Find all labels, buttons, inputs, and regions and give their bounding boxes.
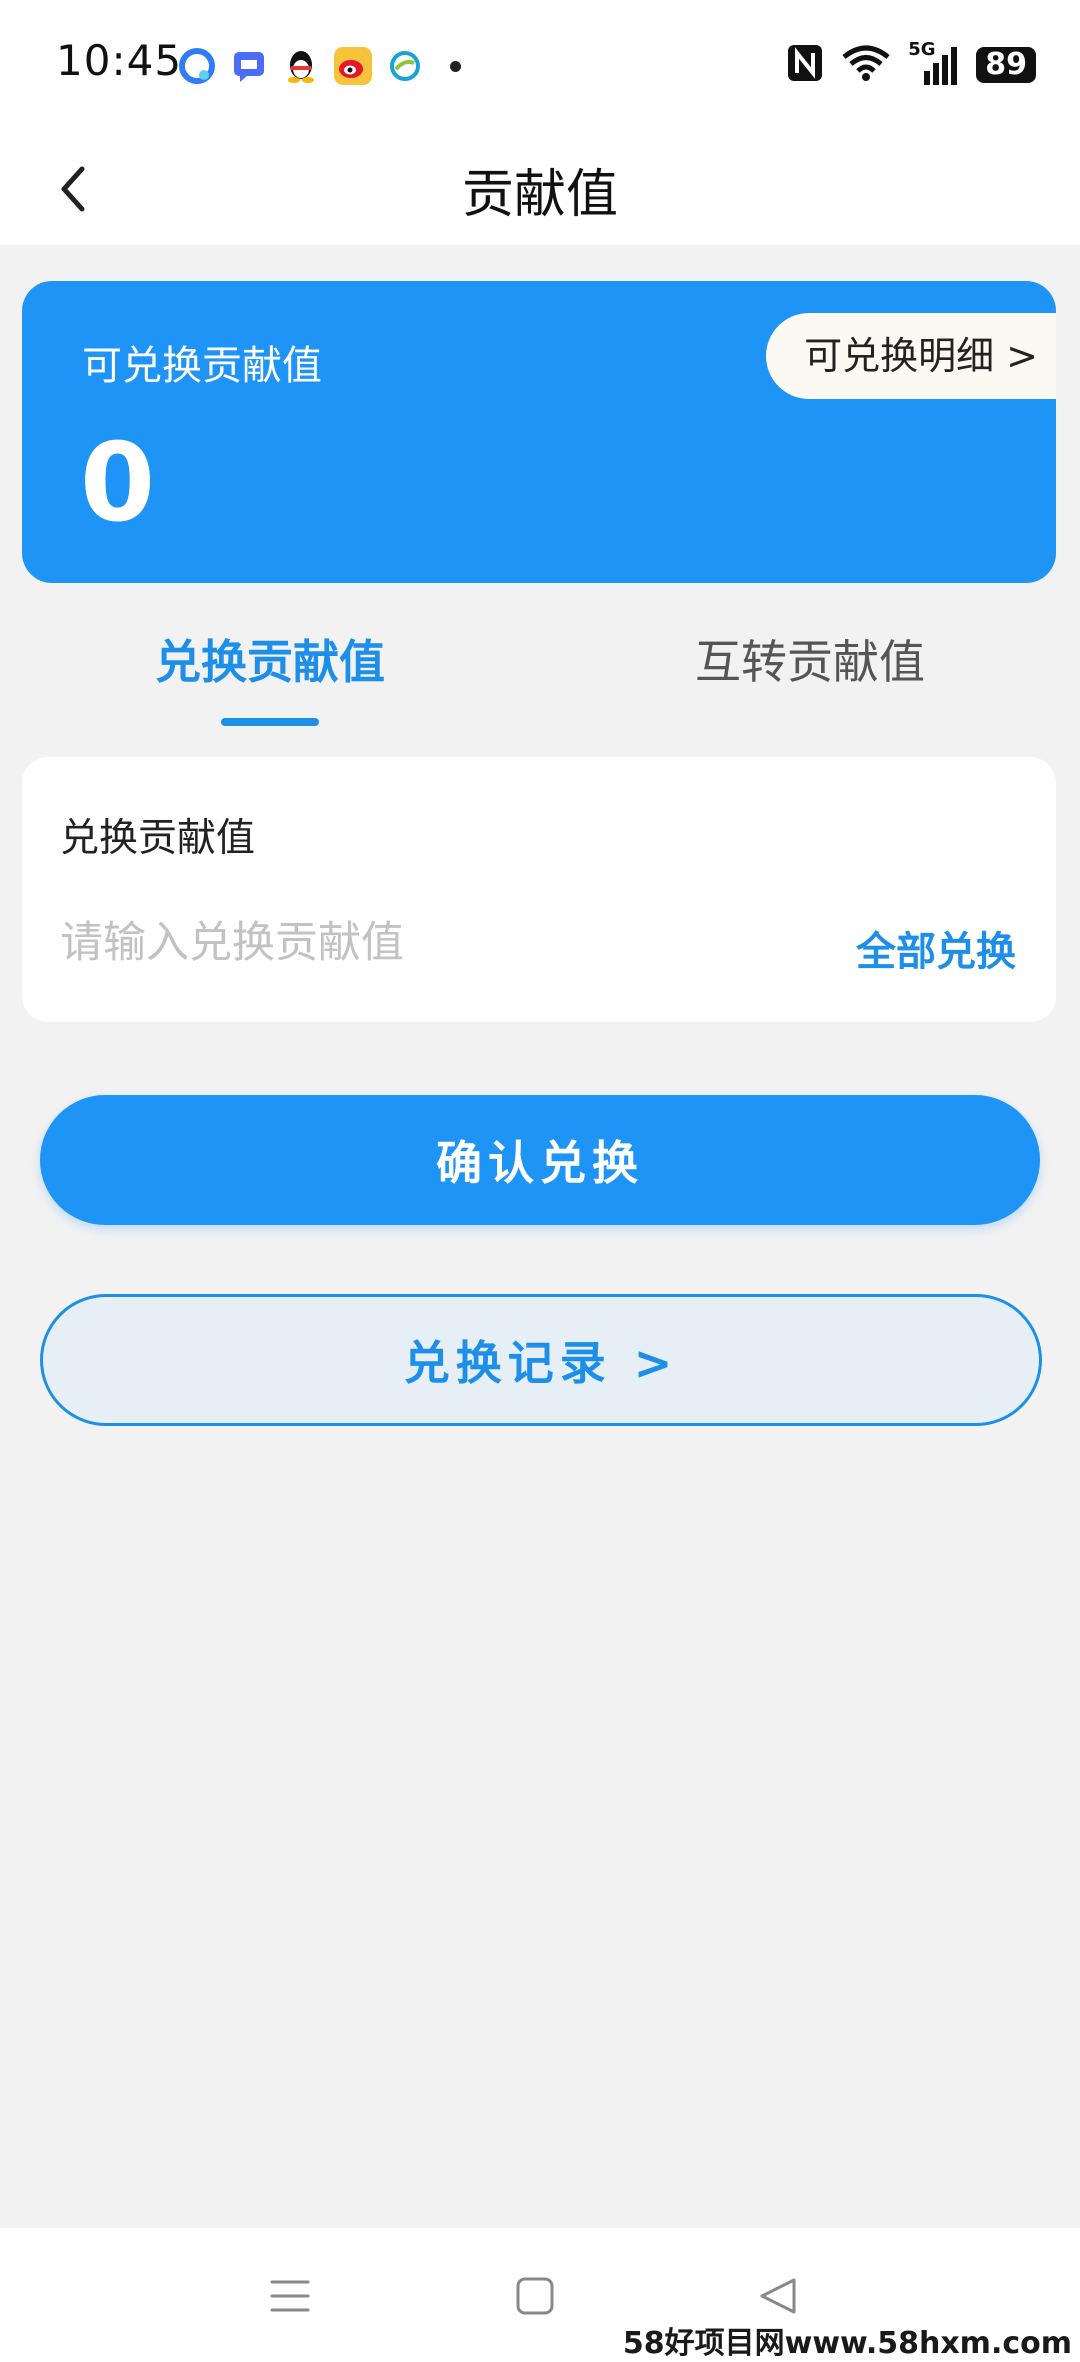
exchange-amount-label: 兑换贡献值 [60,816,256,861]
nav-back-button[interactable] [748,2266,808,2326]
system-navigation-bar: 58好项目网www.58hxm.com [0,2228,1080,2362]
system-icons: 5G 89 [786,39,1036,88]
exchange-records-button[interactable]: 兑换记录 > [40,1294,1042,1426]
triangle-back-icon [760,2278,796,2314]
active-tab-indicator [221,718,319,726]
page-title: 贡献值 [461,165,618,225]
exchange-detail-link[interactable]: 可兑换明细 > [766,313,1056,399]
battery-indicator: 89 [976,47,1036,83]
message-app-icon [230,47,268,85]
status-time: 10:45 [56,36,183,85]
cellular-signal-icon: 5G [908,39,960,87]
nav-menu-button[interactable] [260,2266,320,2326]
home-square-icon [516,2277,554,2315]
wifi-icon [840,43,892,87]
exchange-all-button[interactable]: 全部兑换 [856,919,1016,977]
balance-card: 可兑换贡献值 0 可兑换明细 > [22,281,1056,583]
exchange-amount-input[interactable] [60,903,820,983]
nav-home-button[interactable] [505,2266,565,2326]
browser-app-icon [178,47,216,85]
menu-icon [270,2280,310,2312]
tab-transfer[interactable]: 互转贡献值 [695,626,925,692]
balance-label: 可兑换贡献值 [82,343,322,389]
app-header: 贡献值 [0,130,1080,245]
tab-bar: 兑换贡献值 互转贡献值 [0,600,1080,740]
exchange-form-card: 兑换贡献值 全部兑换 [22,757,1056,1022]
mobile-carrier-icon [386,47,424,85]
site-watermark: 58好项目网www.58hxm.com [622,2326,1072,2361]
tab-exchange[interactable]: 兑换贡献值 [155,626,385,692]
status-bar: 10:45 5G 89 [0,0,1080,130]
notification-icons [178,44,461,88]
more-notifications-dot [450,60,461,72]
weibo-icon [334,47,372,85]
confirm-exchange-button[interactable]: 确认兑换 [40,1095,1040,1225]
nfc-icon [786,43,824,87]
qq-icon [282,47,320,85]
balance-value: 0 [80,421,156,546]
